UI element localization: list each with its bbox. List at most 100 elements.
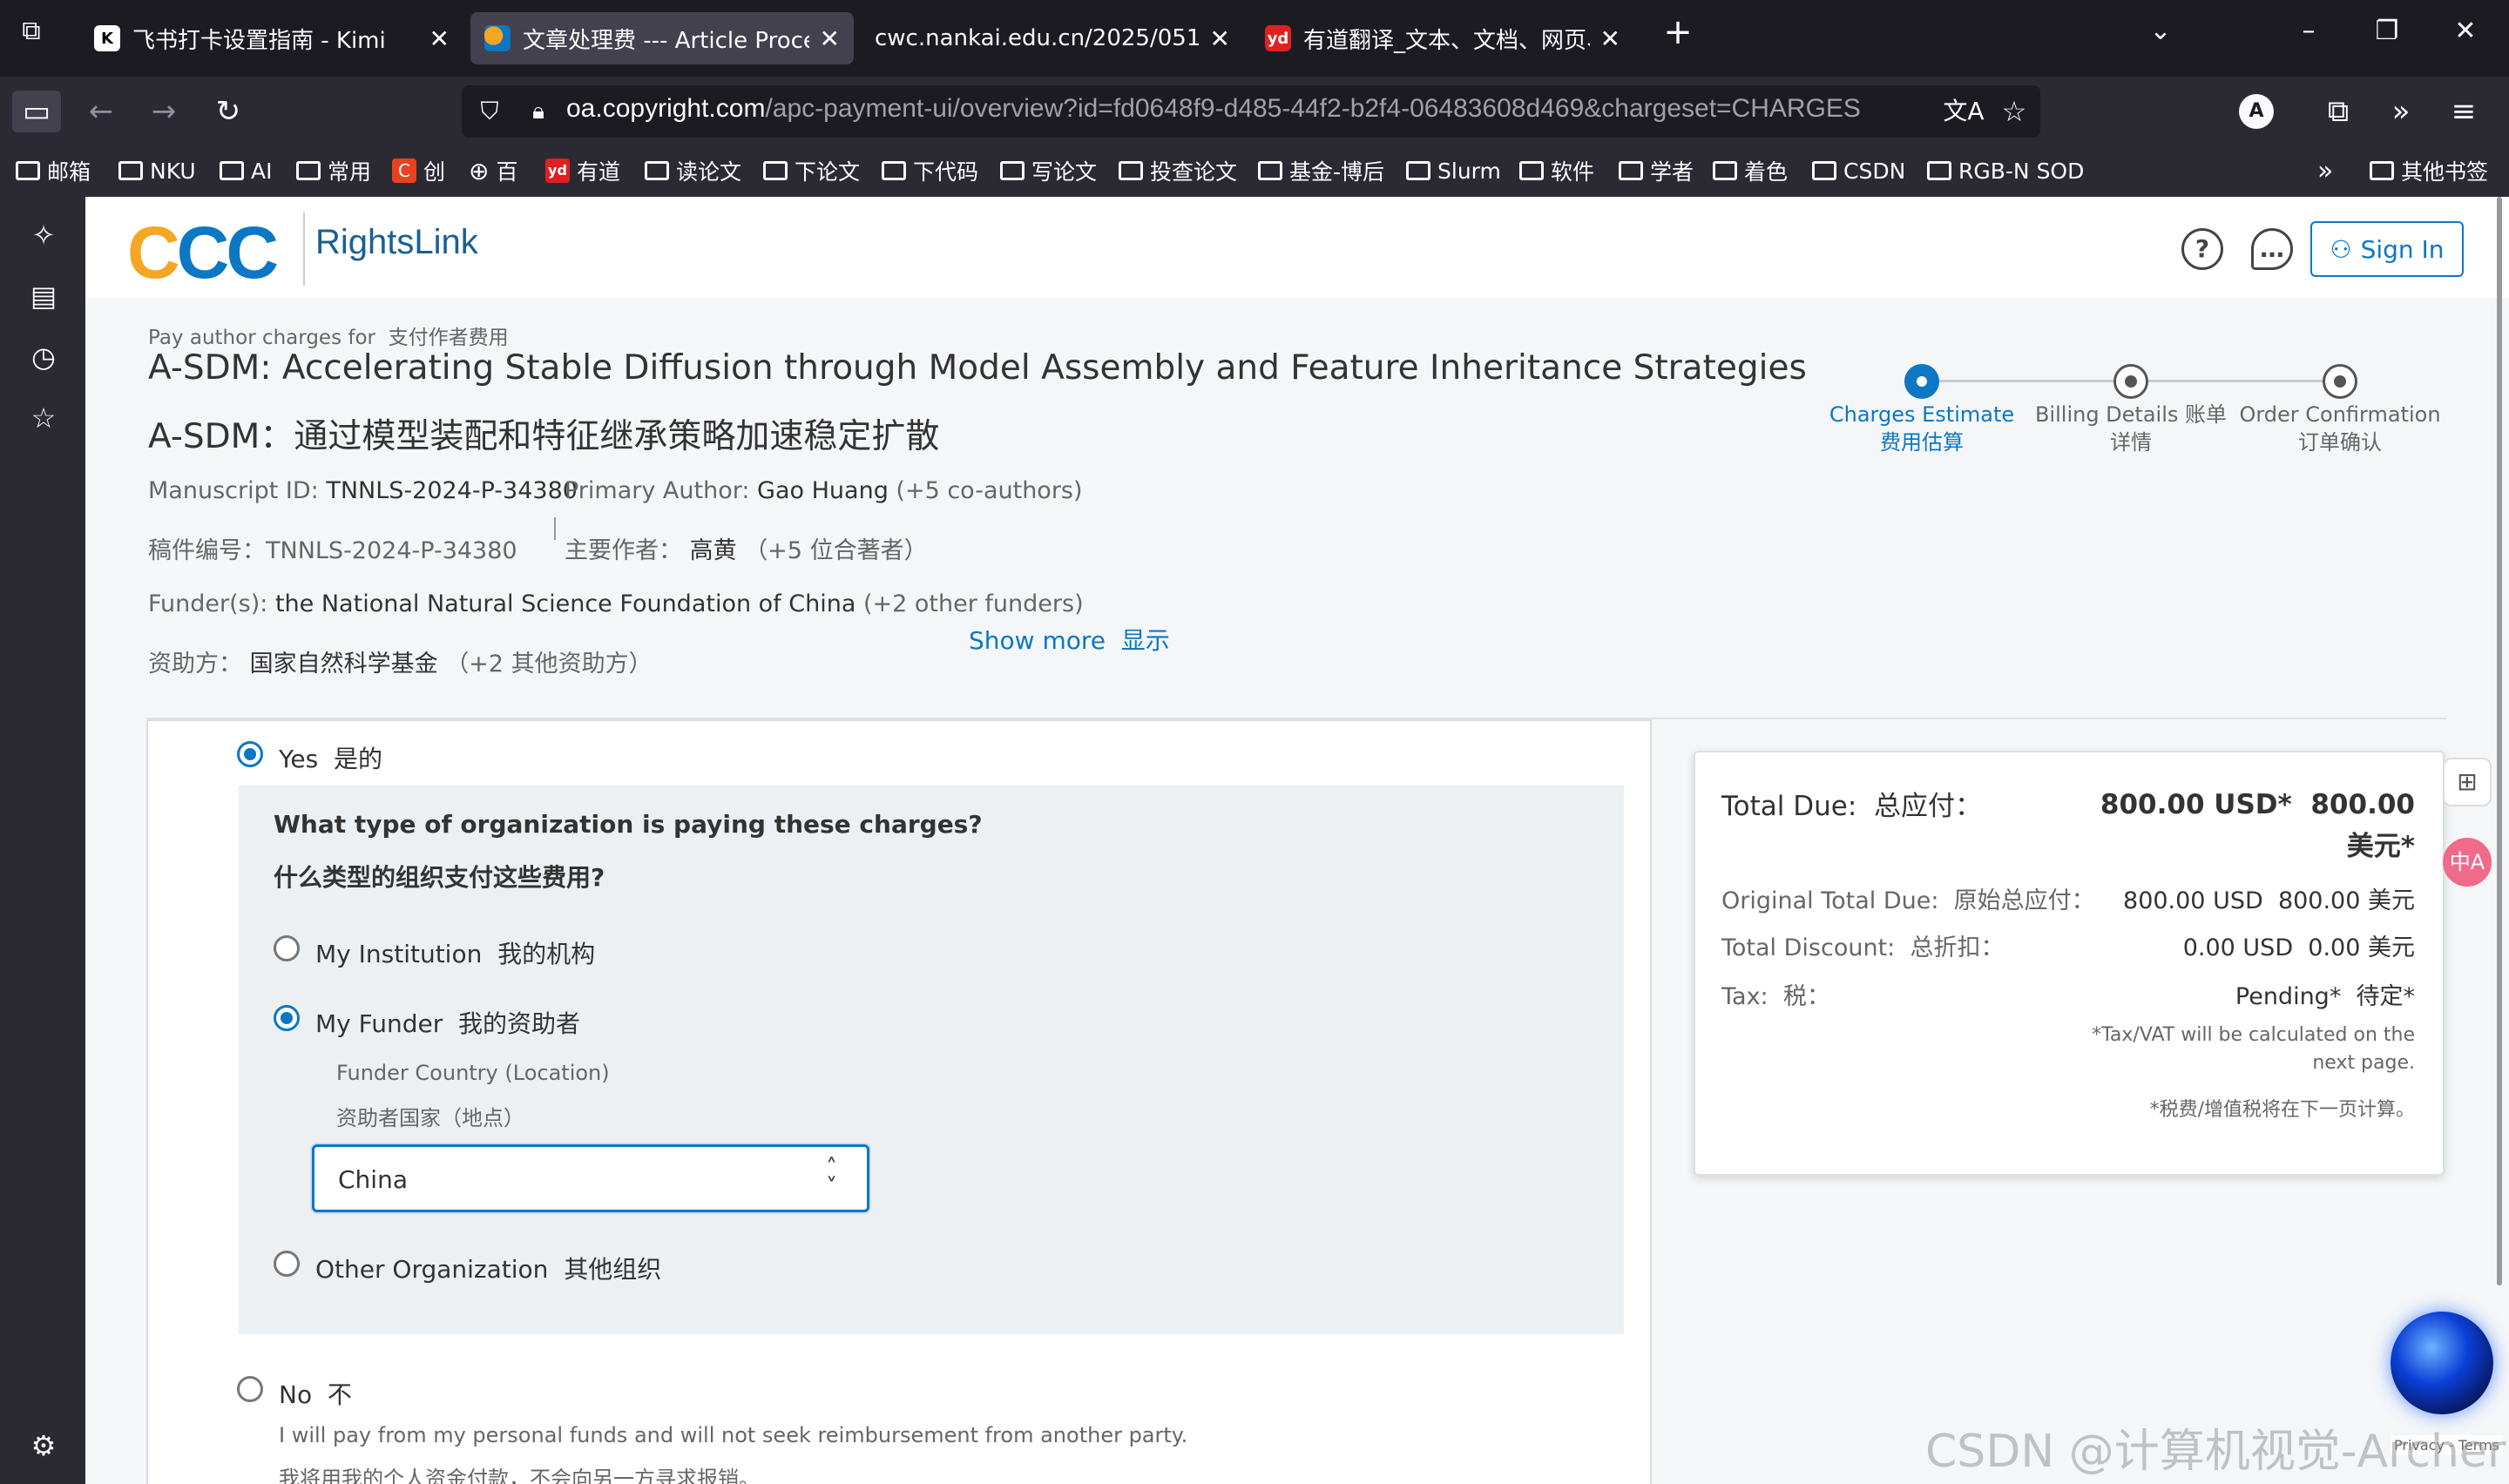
forward-arrow-icon[interactable]: →	[139, 91, 188, 132]
folder-icon	[1812, 161, 1836, 180]
discount-usd: 0.00 USD	[2182, 934, 2294, 961]
my-institution-radio[interactable]	[274, 935, 300, 961]
menu-hamburger-icon[interactable]: ≡	[2439, 91, 2488, 132]
url-text[interactable]: oa.copyright.com/apc-payment-ui/overview…	[566, 94, 1861, 124]
extensions-icon[interactable]: ⧉	[2314, 91, 2363, 132]
sidebar-toggle-icon[interactable]: ▭	[12, 91, 61, 132]
other-funders: (+2 other funders)	[863, 590, 1084, 617]
bookmark-folder[interactable]: 学者	[1619, 155, 1694, 186]
folder-icon	[645, 161, 669, 180]
ccc-logo[interactable]: CCC	[127, 216, 279, 289]
qr-grid-icon[interactable]: ⊞	[2443, 758, 2492, 806]
close-window-button[interactable]: ✕	[2439, 16, 2492, 46]
sign-in-button[interactable]: ⚇ Sign In	[2310, 221, 2464, 277]
translate-widget-icon[interactable]: 中A	[2443, 838, 2492, 887]
close-tab-icon[interactable]: ✕	[429, 24, 450, 53]
bookmark-folder[interactable]: 投查论文	[1119, 155, 1237, 186]
assistant-orb-icon[interactable]	[2391, 1312, 2493, 1414]
back-arrow-icon[interactable]: ←	[77, 91, 125, 132]
shield-icon[interactable]: ⛉	[465, 91, 514, 132]
bookmark-folder[interactable]: NKU	[118, 155, 196, 186]
pay-for-zh: 支付作者费用	[388, 327, 509, 349]
folder-icon	[220, 161, 244, 180]
url-host: oa.copyright.com	[566, 94, 766, 123]
close-tab-icon[interactable]: ✕	[820, 24, 840, 53]
chat-icon[interactable]: …	[2251, 228, 2293, 270]
close-tab-icon[interactable]: ✕	[1210, 24, 1230, 53]
show-more-link[interactable]: Show more 显示	[969, 622, 1170, 657]
funder-country-value: China	[338, 1165, 408, 1194]
step-2-dot[interactable]	[2113, 364, 2148, 399]
bookmarks-overflow-icon[interactable]: »	[2317, 155, 2333, 186]
no-radio[interactable]	[237, 1376, 263, 1402]
bookmark-link[interactable]: C创	[392, 155, 445, 186]
ai-sparkle-icon[interactable]: ✧	[24, 216, 63, 254]
folder-icon	[296, 161, 321, 180]
tab-overflow-chevron-icon[interactable]: ⌄	[2134, 16, 2187, 46]
tab-nankai[interactable]: cwc.nankai.edu.cn/2025/0512/c1 ✕	[861, 12, 1244, 64]
bookmark-folder[interactable]: RGB-N SOD	[1927, 155, 2084, 186]
bookmark-folder[interactable]: 下代码	[882, 155, 978, 186]
bookmark-folder[interactable]: 写论文	[1000, 155, 1097, 186]
bookmark-folder[interactable]: 下论文	[763, 155, 860, 186]
bookmark-folder[interactable]: CSDN	[1812, 155, 1905, 186]
more-tools-icon[interactable]: »	[2377, 91, 2425, 132]
lock-icon[interactable]: 🔒︎	[514, 91, 563, 132]
tab-list-icon[interactable]: ⧉	[5, 16, 57, 46]
youdao-favicon-icon: yd	[1265, 25, 1291, 51]
tax-note-zh: *税费/增值税将在下一页计算。	[2149, 1099, 2415, 1121]
funder-zh-value: 国家自然科学基金	[249, 651, 438, 678]
bookmark-folder[interactable]: 基金-博后	[1258, 155, 1384, 186]
yes-radio[interactable]	[237, 741, 263, 767]
bookmark-folder[interactable]: Slurm	[1406, 155, 1501, 186]
bookmark-folder[interactable]: 读论文	[645, 155, 741, 186]
reload-icon[interactable]: ↻	[204, 91, 253, 132]
original-en: Original Total Due:	[1721, 887, 1939, 914]
tab-label: 文章处理费 --- Article Process	[523, 27, 809, 54]
synced-tabs-icon[interactable]: ▤	[24, 277, 63, 315]
folder-icon	[1519, 161, 1544, 180]
bookmark-label: 常用	[328, 159, 372, 185]
other-organization-radio[interactable]	[274, 1251, 300, 1277]
tab-article-processing[interactable]: 文章处理费 --- Article Process ✕	[470, 12, 854, 64]
bookmark-folder[interactable]: 常用	[296, 155, 371, 186]
tab-kimi[interactable]: K 飞书打卡设置指南 - Kimi ✕	[80, 12, 463, 64]
funders-zh: 资助方： 国家自然科学基金 （+2 其他资助方）	[148, 644, 653, 678]
bookmark-label: 基金-博后	[1289, 159, 1385, 185]
bookmark-folder[interactable]: AI	[220, 155, 272, 186]
history-clock-icon[interactable]: ◷	[24, 338, 63, 376]
original-yuan: 800.00 美元	[2277, 887, 2415, 914]
total-due-value: 800.00 USD* 800.00 美元*	[2082, 784, 2415, 867]
tax-pending-zh: 待定*	[2356, 983, 2416, 1010]
close-tab-icon[interactable]: ✕	[1600, 24, 1620, 53]
my-funder-radio[interactable]	[274, 1005, 300, 1031]
bookmarks-star-icon[interactable]: ☆	[24, 399, 63, 437]
minimize-window-button[interactable]: –	[2282, 16, 2335, 46]
tab-label: cwc.nankai.edu.cn/2025/0512/c1	[875, 25, 1200, 51]
option-zh: 我的机构	[497, 940, 596, 968]
tax-note-2: next page.	[2312, 1052, 2415, 1074]
other-organization-label: Other Organization 其他组织	[315, 1251, 661, 1285]
step-1-dot[interactable]	[1904, 364, 1939, 399]
translate-icon[interactable]: 文A	[1939, 91, 1988, 132]
tab-youdao[interactable]: yd 有道翻译_文本、文档、网页、在 ✕	[1251, 12, 1634, 64]
bookmark-folder[interactable]: 邮箱	[16, 155, 91, 186]
bookmark-star-icon[interactable]: ☆	[1990, 91, 2039, 132]
bookmark-folder[interactable]: 软件	[1519, 155, 1594, 186]
logo-divider	[303, 212, 305, 286]
bookmark-folder[interactable]: 着色	[1713, 155, 1788, 186]
help-icon[interactable]: ?	[2181, 228, 2223, 270]
bookmark-link[interactable]: yd 有道	[545, 155, 620, 186]
step-3-dot[interactable]	[2323, 364, 2357, 399]
restore-window-button[interactable]: ❐	[2361, 16, 2413, 46]
folder-icon	[1406, 161, 1430, 180]
folder-icon	[1927, 161, 1951, 180]
other-bookmarks-folder[interactable]: 其他书签	[2370, 155, 2488, 186]
bookmark-link[interactable]: ⊕ 百	[469, 155, 517, 186]
bookmark-label: 创	[423, 159, 446, 185]
settings-gear-icon[interactable]: ⚙	[24, 1427, 63, 1465]
yes-zh: 是的	[334, 745, 383, 773]
page-scrollbar[interactable]	[2497, 197, 2502, 1285]
new-tab-button[interactable]: +	[1652, 12, 1704, 52]
profile-avatar[interactable]: A	[2239, 94, 2274, 129]
